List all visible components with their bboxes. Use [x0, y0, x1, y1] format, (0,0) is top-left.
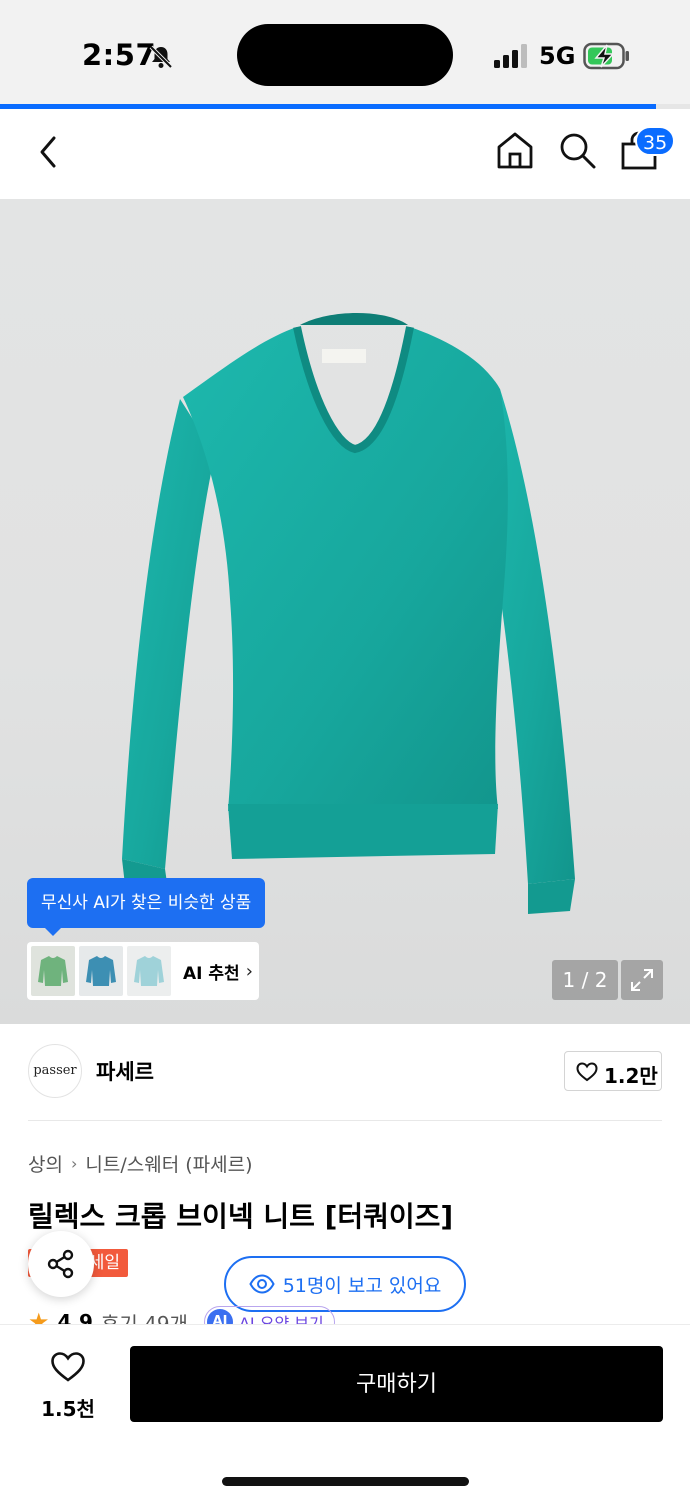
dynamic-island — [237, 24, 453, 86]
viewers-count-pill: 51명이 보고 있어요 — [224, 1256, 466, 1312]
buy-button[interactable]: 구매하기 — [130, 1346, 663, 1422]
heart-icon — [51, 1352, 85, 1382]
heart-icon — [576, 1062, 598, 1082]
thumb-light-blue-sweater[interactable] — [127, 946, 171, 996]
ai-recommend-card[interactable]: AI 추천 › — [27, 942, 259, 1000]
wishlist-count: 1.5천 — [41, 1397, 95, 1421]
thumb-blue-sweater[interactable] — [79, 946, 123, 996]
wishlist-button[interactable]: 1.5천 — [28, 1349, 108, 1425]
chevron-right-icon: › — [245, 960, 253, 982]
expand-icon — [631, 969, 653, 991]
ai-similar-tooltip: 무신사 AI가 찾은 비슷한 상품 — [27, 878, 266, 936]
back-icon[interactable] — [34, 133, 64, 171]
eye-icon — [249, 1274, 275, 1294]
cart-count-badge: 35 — [635, 126, 676, 156]
signal-icon — [494, 44, 527, 68]
home-icon[interactable] — [494, 129, 536, 171]
rating-row: ★ 4.9 후기 49개 AI AI 요약 보기 — [28, 1306, 428, 1324]
brand-logo[interactable]: passer — [28, 1044, 82, 1098]
brand-like-count: 1.2만 — [604, 1064, 658, 1088]
brand-name[interactable]: 파세르 — [96, 1056, 154, 1086]
product-title: 릴렉스 크롭 브이넥 니트 [터쿼이즈] — [28, 1200, 454, 1233]
brand-like-button[interactable]: 1.2만 — [564, 1051, 662, 1091]
image-page-counter: 1 / 2 — [552, 960, 618, 1000]
top-navigation: 35 — [0, 109, 690, 199]
status-time: 2:57 — [82, 38, 157, 72]
thumb-green-sweater[interactable] — [31, 946, 75, 996]
home-indicator — [222, 1477, 469, 1486]
ai-summary-label: AI 요약 보기 — [238, 1314, 324, 1324]
battery-charging-icon — [583, 42, 629, 70]
breadcrumb-subcategory[interactable]: 니트/스웨터 (파세르) — [85, 1150, 252, 1177]
network-type: 5G — [539, 42, 576, 70]
ai-summary-button[interactable]: AI AI 요약 보기 — [203, 1306, 335, 1324]
product-image-gallery[interactable]: 무신사 AI가 찾은 비슷한 상품 AI 추천 › 1 / 2 — [0, 199, 690, 1024]
bottom-purchase-bar: 1.5천 구매하기 — [0, 1324, 690, 1500]
share-icon — [47, 1249, 74, 1279]
chevron-right-icon: › — [70, 1154, 78, 1173]
divider — [28, 1120, 662, 1121]
search-icon[interactable] — [556, 129, 598, 171]
breadcrumb: 상의 › 니트/스웨터 (파세르) — [28, 1150, 252, 1177]
bell-slash-icon — [149, 45, 173, 69]
rating-value: 4.9 — [57, 1310, 93, 1324]
expand-image-button[interactable] — [621, 960, 663, 1000]
breadcrumb-category[interactable]: 상의 — [28, 1150, 63, 1177]
viewers-count-text: 51명이 보고 있어요 — [282, 1274, 442, 1297]
share-button[interactable] — [28, 1231, 94, 1297]
status-bar: 2:57 5G — [0, 0, 690, 104]
ai-recommend-label: AI 추천 — [183, 963, 240, 984]
ai-badge-icon: AI — [206, 1309, 233, 1324]
star-icon: ★ — [28, 1308, 50, 1324]
review-count-link[interactable]: 후기 49개 — [101, 1308, 188, 1325]
